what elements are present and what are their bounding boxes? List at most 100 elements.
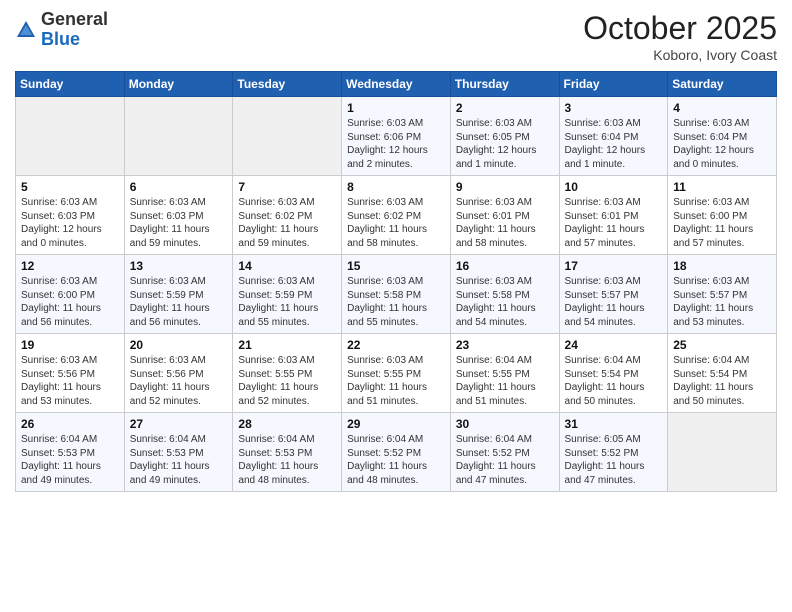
- day-info: Sunrise: 6:03 AMSunset: 5:59 PMDaylight:…: [238, 275, 336, 329]
- day-info: Sunrise: 6:03 AMSunset: 6:03 PMDaylight:…: [130, 196, 228, 250]
- day-cell: 31 Sunrise: 6:05 AMSunset: 5:52 PMDayligh…: [559, 413, 668, 492]
- day-info: Sunrise: 6:04 AMSunset: 5:54 PMDaylight:…: [565, 354, 663, 408]
- day-info: Sunrise: 6:04 AMSunset: 5:53 PMDaylight:…: [21, 433, 119, 487]
- day-cell: 22Sunrise: 6:03 AMSunset: 5:55 PMDayligh…: [342, 334, 451, 413]
- day-cell: 26 Sunrise: 6:04 AMSunset: 5:53 PMDayligh…: [16, 413, 125, 492]
- day-number: 11: [673, 180, 771, 194]
- day-cell: 2 Sunrise: 6:03 AMSunset: 6:05 PMDaylight…: [450, 97, 559, 176]
- day-number: 9: [456, 180, 554, 194]
- day-info: Sunrise: 6:03 AMSunset: 5:55 PMDaylight:…: [238, 354, 336, 408]
- day-number: 23: [456, 338, 554, 352]
- day-info: Sunrise: 6:03 AMSunset: 6:00 PMDaylight:…: [673, 196, 771, 250]
- day-cell: 10 Sunrise: 6:03 AMSunset: 6:01 PMDayligh…: [559, 176, 668, 255]
- day-cell: 19 Sunrise: 6:03 AMSunset: 5:56 PMDayligh…: [16, 334, 125, 413]
- day-cell: 29 Sunrise: 6:04 AMSunset: 5:52 PMDayligh…: [342, 413, 451, 492]
- day-info: Sunrise: 6:03 AMSunset: 6:05 PMDaylight:…: [456, 117, 554, 171]
- day-info: Sunrise: 6:04 AMSunset: 5:55 PMDaylight:…: [456, 354, 554, 408]
- weekday-header-row: SundayMondayTuesdayWednesdayThursdayFrid…: [16, 72, 777, 97]
- day-info: Sunrise: 6:03 AMSunset: 6:06 PMDaylight:…: [347, 117, 445, 171]
- day-cell: 30Sunrise: 6:04 AMSunset: 5:52 PMDayligh…: [450, 413, 559, 492]
- day-cell: 13Sunrise: 6:03 AMSunset: 5:59 PMDayligh…: [124, 255, 233, 334]
- logo-text: General Blue: [41, 10, 108, 50]
- day-number: 17: [565, 259, 663, 273]
- day-number: 26: [21, 417, 119, 431]
- day-number: 16: [456, 259, 554, 273]
- day-cell: 16 Sunrise: 6:03 AMSunset: 5:58 PMDayligh…: [450, 255, 559, 334]
- day-info: Sunrise: 6:03 AMSunset: 5:56 PMDaylight:…: [21, 354, 119, 408]
- week-row-1: 1 Sunrise: 6:03 AMSunset: 6:06 PMDaylight…: [16, 97, 777, 176]
- day-info: Sunrise: 6:03 AMSunset: 5:57 PMDaylight:…: [673, 275, 771, 329]
- day-cell: [233, 97, 342, 176]
- day-cell: 21 Sunrise: 6:03 AMSunset: 5:55 PMDayligh…: [233, 334, 342, 413]
- day-cell: 18Sunrise: 6:03 AMSunset: 5:57 PMDayligh…: [668, 255, 777, 334]
- day-info: Sunrise: 6:03 AMSunset: 5:57 PMDaylight:…: [565, 275, 663, 329]
- day-number: 24: [565, 338, 663, 352]
- day-cell: 17 Sunrise: 6:03 AMSunset: 5:57 PMDayligh…: [559, 255, 668, 334]
- day-cell: 12 Sunrise: 6:03 AMSunset: 6:00 PMDayligh…: [16, 255, 125, 334]
- day-info: Sunrise: 6:03 AMSunset: 6:03 PMDaylight:…: [21, 196, 119, 250]
- day-cell: 7Sunrise: 6:03 AMSunset: 6:02 PMDaylight…: [233, 176, 342, 255]
- day-info: Sunrise: 6:03 AMSunset: 6:01 PMDaylight:…: [456, 196, 554, 250]
- day-cell: 14 Sunrise: 6:03 AMSunset: 5:59 PMDayligh…: [233, 255, 342, 334]
- weekday-header-monday: Monday: [124, 72, 233, 97]
- weekday-header-sunday: Sunday: [16, 72, 125, 97]
- day-cell: 4Sunrise: 6:03 AMSunset: 6:04 PMDaylight…: [668, 97, 777, 176]
- day-number: 10: [565, 180, 663, 194]
- day-info: Sunrise: 6:03 AMSunset: 6:04 PMDaylight:…: [565, 117, 663, 171]
- day-cell: 11 Sunrise: 6:03 AMSunset: 6:00 PMDayligh…: [668, 176, 777, 255]
- day-info: Sunrise: 6:03 AMSunset: 6:01 PMDaylight:…: [565, 196, 663, 250]
- logo: General Blue: [15, 10, 108, 50]
- day-info: Sunrise: 6:04 AMSunset: 5:54 PMDaylight:…: [673, 354, 771, 408]
- day-number: 27: [130, 417, 228, 431]
- day-number: 6: [130, 180, 228, 194]
- week-row-5: 26 Sunrise: 6:04 AMSunset: 5:53 PMDayligh…: [16, 413, 777, 492]
- day-cell: 5 Sunrise: 6:03 AMSunset: 6:03 PMDaylight…: [16, 176, 125, 255]
- day-cell: 9 Sunrise: 6:03 AMSunset: 6:01 PMDaylight…: [450, 176, 559, 255]
- day-info: Sunrise: 6:04 AMSunset: 5:52 PMDaylight:…: [456, 433, 554, 487]
- day-number: 2: [456, 101, 554, 115]
- day-cell: 8Sunrise: 6:03 AMSunset: 6:02 PMDaylight…: [342, 176, 451, 255]
- day-cell: 3 Sunrise: 6:03 AMSunset: 6:04 PMDaylight…: [559, 97, 668, 176]
- day-info: Sunrise: 6:03 AMSunset: 6:02 PMDaylight:…: [238, 196, 336, 250]
- day-number: 14: [238, 259, 336, 273]
- day-cell: 1 Sunrise: 6:03 AMSunset: 6:06 PMDaylight…: [342, 97, 451, 176]
- logo-blue: Blue: [41, 29, 80, 49]
- weekday-header-wednesday: Wednesday: [342, 72, 451, 97]
- day-info: Sunrise: 6:03 AMSunset: 6:00 PMDaylight:…: [21, 275, 119, 329]
- day-cell: 27Sunrise: 6:04 AMSunset: 5:53 PMDayligh…: [124, 413, 233, 492]
- day-cell: 15Sunrise: 6:03 AMSunset: 5:58 PMDayligh…: [342, 255, 451, 334]
- day-cell: 25 Sunrise: 6:04 AMSunset: 5:54 PMDayligh…: [668, 334, 777, 413]
- title-block: October 2025 Koboro, Ivory Coast: [583, 10, 777, 63]
- day-cell: 28Sunrise: 6:04 AMSunset: 5:53 PMDayligh…: [233, 413, 342, 492]
- calendar: SundayMondayTuesdayWednesdayThursdayFrid…: [15, 71, 777, 492]
- day-number: 19: [21, 338, 119, 352]
- day-number: 25: [673, 338, 771, 352]
- week-row-4: 19 Sunrise: 6:03 AMSunset: 5:56 PMDayligh…: [16, 334, 777, 413]
- day-info: Sunrise: 6:03 AMSunset: 5:58 PMDaylight:…: [456, 275, 554, 329]
- day-cell: 23 Sunrise: 6:04 AMSunset: 5:55 PMDayligh…: [450, 334, 559, 413]
- day-number: 3: [565, 101, 663, 115]
- weekday-header-tuesday: Tuesday: [233, 72, 342, 97]
- day-info: Sunrise: 6:03 AMSunset: 5:59 PMDaylight:…: [130, 275, 228, 329]
- day-number: 29: [347, 417, 445, 431]
- day-number: 21: [238, 338, 336, 352]
- day-number: 12: [21, 259, 119, 273]
- day-number: 28: [238, 417, 336, 431]
- day-number: 1: [347, 101, 445, 115]
- day-number: 20: [130, 338, 228, 352]
- day-info: Sunrise: 6:05 AMSunset: 5:52 PMDaylight:…: [565, 433, 663, 487]
- day-number: 5: [21, 180, 119, 194]
- day-info: Sunrise: 6:04 AMSunset: 5:52 PMDaylight:…: [347, 433, 445, 487]
- day-cell: 20 Sunrise: 6:03 AMSunset: 5:56 PMDayligh…: [124, 334, 233, 413]
- logo-icon: [15, 19, 37, 41]
- day-number: 4: [673, 101, 771, 115]
- day-cell: 6 Sunrise: 6:03 AMSunset: 6:03 PMDaylight…: [124, 176, 233, 255]
- header: General Blue October 2025 Koboro, Ivory …: [15, 10, 777, 63]
- day-info: Sunrise: 6:03 AMSunset: 5:55 PMDaylight:…: [347, 354, 445, 408]
- day-info: Sunrise: 6:03 AMSunset: 6:02 PMDaylight:…: [347, 196, 445, 250]
- day-info: Sunrise: 6:03 AMSunset: 5:56 PMDaylight:…: [130, 354, 228, 408]
- day-number: 31: [565, 417, 663, 431]
- page: General Blue October 2025 Koboro, Ivory …: [0, 0, 792, 612]
- weekday-header-friday: Friday: [559, 72, 668, 97]
- location: Koboro, Ivory Coast: [583, 47, 777, 63]
